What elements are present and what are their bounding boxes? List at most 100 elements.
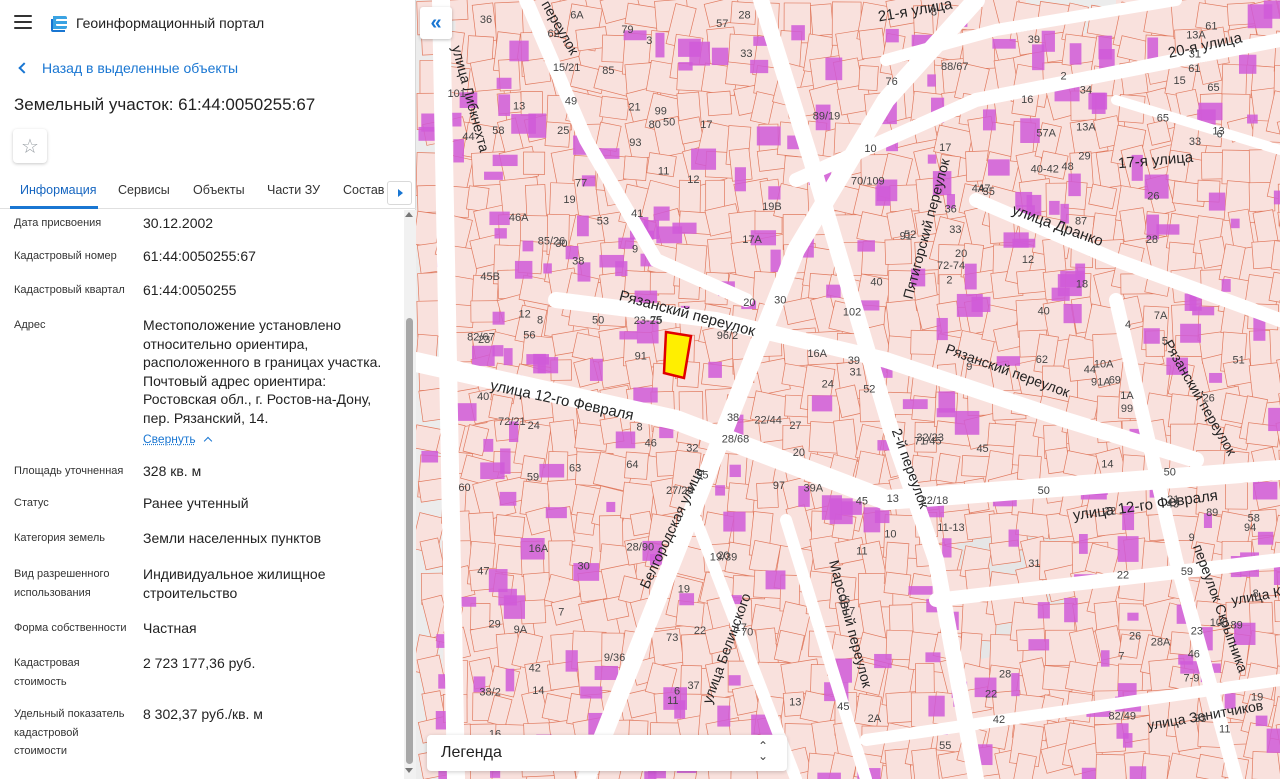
tab-information[interactable]: Информация: [20, 183, 97, 197]
house-number: 17A: [742, 234, 762, 246]
parcel[interactable]: [884, 238, 913, 265]
parcel[interactable]: [1088, 183, 1118, 210]
house-number: 15/21: [553, 62, 581, 74]
building: [691, 148, 717, 170]
building: [734, 167, 746, 192]
building: [1230, 218, 1240, 229]
house-number: 96/2: [717, 330, 738, 342]
house-number: 53: [597, 216, 609, 228]
hamburger-menu-icon[interactable]: [14, 15, 32, 29]
house-number: 45B: [480, 271, 500, 283]
tabs-scroll-right-button[interactable]: [387, 181, 412, 205]
building: [1081, 767, 1096, 779]
parcel[interactable]: [858, 65, 879, 91]
parcel[interactable]: [911, 747, 941, 779]
tab-objects[interactable]: Объекты: [193, 183, 245, 197]
map-canvas[interactable]: улица Либкнехтапереулок 21-я улица20-я ул…: [416, 0, 1280, 779]
parcel[interactable]: [1016, 454, 1042, 482]
tab-services[interactable]: Сервисы: [118, 183, 170, 197]
house-number: 56: [523, 330, 535, 342]
house-number: 39: [848, 355, 860, 367]
house-number: 33: [1189, 136, 1201, 148]
house-number: 52: [863, 384, 875, 396]
chevron-up-icon: [203, 436, 212, 446]
building: [606, 501, 616, 513]
house-number: 12: [1022, 254, 1034, 266]
house-number: 2: [946, 274, 952, 286]
house-number: 80: [649, 119, 661, 131]
legend-panel[interactable]: Легенда ⌃ ⌄: [427, 735, 787, 771]
building: [1116, 723, 1129, 739]
house-number: 91: [900, 231, 912, 243]
parcel[interactable]: [622, 155, 648, 181]
cadastral-map[interactable]: улица Либкнехта переулок 21-я улица 20-я ул…: [416, 0, 1280, 779]
favorite-button[interactable]: ☆: [13, 129, 47, 163]
house-number: 19B: [762, 201, 782, 213]
house-number: 29: [1078, 151, 1090, 163]
parcel[interactable]: [494, 514, 526, 539]
building: [1257, 531, 1274, 545]
house-number: 38/2: [479, 687, 500, 699]
scroll-down-arrow-icon[interactable]: [405, 768, 413, 773]
house-number: 55: [696, 470, 708, 482]
collapse-label: Свернуть: [143, 432, 196, 446]
house-number: 42: [993, 714, 1005, 726]
scrollbar-thumb[interactable]: [406, 318, 413, 764]
tab-parcel-parts[interactable]: Части ЗУ: [267, 183, 320, 197]
parcel[interactable]: [809, 3, 834, 37]
parcel[interactable]: [1224, 481, 1248, 510]
parcel[interactable]: [1274, 599, 1280, 622]
parcel[interactable]: [599, 95, 630, 121]
parcel[interactable]: [858, 27, 886, 60]
house-number: 20: [793, 447, 805, 459]
house-number: 82/67: [467, 331, 495, 343]
field-value-wrapper: Местоположение установлено относительно …: [143, 316, 393, 449]
parcel[interactable]: [1095, 753, 1128, 779]
parcel[interactable]: [470, 602, 491, 631]
house-number: 2: [1060, 70, 1066, 82]
building: [729, 464, 741, 478]
building: [492, 154, 518, 167]
parcel[interactable]: [1119, 207, 1149, 242]
house-number: 26: [1203, 392, 1215, 404]
building: [509, 40, 529, 62]
tab-composition[interactable]: Состав: [343, 183, 384, 197]
parcel[interactable]: [706, 90, 733, 117]
parcel[interactable]: [935, 452, 961, 484]
back-to-selected-link[interactable]: Назад в выделенные объекты: [16, 60, 238, 80]
expand-collapse-icon: ⌃ ⌄: [757, 739, 769, 763]
house-number: 47: [477, 565, 489, 577]
star-icon: ☆: [21, 135, 39, 158]
building: [938, 391, 956, 413]
parcel[interactable]: [1251, 751, 1280, 779]
house-number: 3: [646, 35, 652, 47]
house-number: 11: [667, 695, 678, 707]
building: [928, 695, 945, 717]
house-number: 8: [1253, 588, 1259, 600]
building: [514, 260, 533, 279]
house-number: 46A: [509, 212, 529, 224]
parcel[interactable]: [1015, 511, 1052, 539]
building: [927, 74, 936, 87]
building: [435, 711, 448, 730]
parcel[interactable]: [523, 151, 546, 175]
active-tab-indicator: [10, 206, 98, 209]
house-number: 11-13: [937, 522, 964, 534]
house-number: 27/29: [666, 485, 694, 497]
double-chevron-left-icon[interactable]: «: [420, 7, 452, 39]
chevron-left-icon: [18, 62, 30, 74]
parcel[interactable]: [748, 539, 782, 575]
parcel[interactable]: [466, 185, 490, 212]
building: [964, 263, 977, 290]
parcel[interactable]: [883, 571, 912, 596]
scroll-up-arrow-icon[interactable]: [405, 212, 413, 217]
field-label: Форма собственности: [14, 622, 127, 634]
building: [594, 665, 619, 681]
building: [1198, 102, 1223, 121]
building: [480, 462, 505, 480]
building: [885, 28, 899, 43]
parcel[interactable]: [1175, 88, 1201, 118]
parcel[interactable]: [524, 184, 547, 221]
house-number: 91: [635, 350, 647, 362]
collapse-address-link[interactable]: Свернуть: [143, 430, 212, 449]
